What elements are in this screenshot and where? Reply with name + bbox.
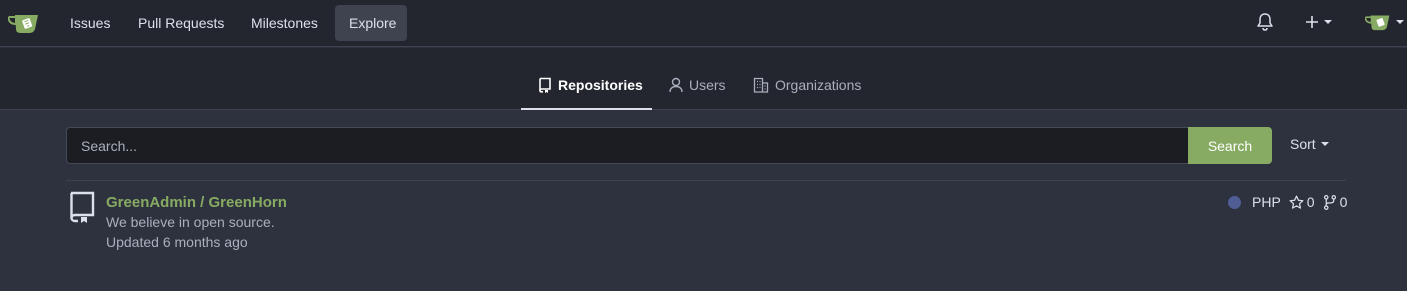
tab-organizations-label: Organizations: [775, 77, 862, 93]
repo-title-link[interactable]: GreenAdmin / GreenHorn: [106, 194, 287, 211]
gitea-logo-icon[interactable]: [7, 11, 40, 35]
sort-dropdown[interactable]: Sort: [1290, 136, 1329, 152]
notifications-button[interactable]: [1256, 10, 1274, 34]
repo-stars-count: 0: [1306, 194, 1315, 210]
nav-explore-label: Explore: [349, 15, 397, 31]
repo-description: We believe in open source.: [106, 214, 275, 230]
tab-repositories-label: Repositories: [558, 77, 643, 93]
nav-issues-label: Issues: [70, 15, 111, 31]
repo-list-item-icon: [68, 190, 96, 227]
search-form: Search: [66, 127, 1272, 164]
plus-icon: [1306, 16, 1318, 28]
search-input[interactable]: [66, 127, 1188, 164]
repo-language: PHP: [1252, 194, 1281, 210]
user-menu-button[interactable]: [1365, 10, 1404, 34]
repo-stars[interactable]: 0: [1289, 194, 1315, 210]
avatar: [1365, 15, 1390, 31]
repo-updated-time: Updated 6 months ago: [106, 234, 248, 250]
explore-tabs-header: Repositories Users Organizations: [0, 48, 1407, 110]
tab-organizations[interactable]: Organizations: [753, 68, 861, 110]
repo-icon: [70, 191, 95, 223]
organization-icon: [753, 77, 769, 93]
nav-pull-requests[interactable]: Pull Requests: [124, 5, 238, 41]
person-icon: [669, 77, 683, 93]
repo-forks[interactable]: 0: [1323, 194, 1348, 210]
repo-forks-count: 0: [1339, 194, 1348, 210]
nav-explore[interactable]: Explore: [335, 5, 407, 41]
chevron-down-icon: [1320, 142, 1329, 146]
repo-icon: [539, 77, 551, 93]
nav-milestones[interactable]: Milestones: [237, 5, 332, 41]
nav-pull-requests-label: Pull Requests: [138, 15, 225, 31]
repo-meta: PHP 0 0: [1228, 194, 1347, 210]
create-menu-button[interactable]: [1305, 10, 1332, 34]
chevron-down-icon: [1396, 20, 1404, 24]
chevron-down-icon: [1324, 20, 1332, 24]
divider: [66, 180, 1346, 181]
fork-icon: [1323, 194, 1336, 210]
nav-issues[interactable]: Issues: [56, 5, 124, 41]
language-color-dot: [1228, 195, 1241, 209]
bell-icon: [1257, 13, 1273, 31]
nav-milestones-label: Milestones: [251, 15, 318, 31]
tab-users[interactable]: Users: [669, 68, 726, 110]
top-navbar: Issues Pull Requests Milestones Explore: [0, 0, 1407, 47]
sort-label: Sort: [1290, 136, 1316, 152]
tab-repositories[interactable]: Repositories: [521, 68, 652, 110]
search-button[interactable]: Search: [1188, 127, 1272, 164]
tab-users-label: Users: [689, 77, 726, 93]
star-icon: [1289, 195, 1304, 209]
